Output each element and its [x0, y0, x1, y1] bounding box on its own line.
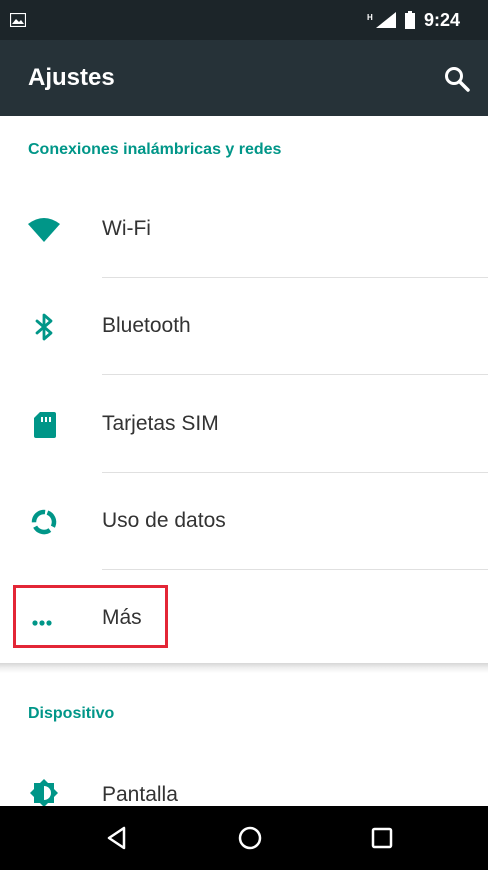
section-header-device: Dispositivo: [28, 705, 115, 722]
settings-item-sim[interactable]: Tarjetas SIM: [0, 376, 488, 473]
status-time: 9:24: [424, 10, 461, 30]
brightness-icon: [30, 779, 58, 806]
wifi-icon: [28, 218, 60, 242]
settings-item-bluetooth[interactable]: Bluetooth: [0, 278, 488, 375]
recents-icon[interactable]: [366, 822, 398, 854]
divider: [102, 374, 488, 375]
settings-item-data-usage[interactable]: Uso de datos: [0, 473, 488, 570]
app-bar: Ajustes: [0, 40, 488, 116]
section-divider: [0, 663, 488, 673]
data-usage-icon: [31, 509, 57, 535]
settings-item-label: Wi-Fi: [102, 217, 151, 240]
home-icon[interactable]: [234, 822, 266, 854]
section-header-wireless: Conexiones inalámbricas y redes: [28, 141, 282, 158]
navigation-bar: [0, 806, 488, 870]
settings-item-wifi[interactable]: Wi-Fi: [0, 181, 488, 278]
page-title: Ajustes: [28, 64, 115, 91]
settings-item-label: Tarjetas SIM: [102, 412, 219, 435]
battery-icon: [405, 11, 415, 29]
settings-item-label: Uso de datos: [102, 509, 226, 532]
search-icon[interactable]: [444, 66, 470, 92]
settings-item-label: Bluetooth: [102, 314, 191, 337]
bluetooth-icon: [35, 313, 53, 341]
back-icon[interactable]: [102, 822, 134, 854]
settings-item-display[interactable]: Pantalla: [0, 745, 488, 806]
highlight-box: [13, 585, 168, 648]
status-bar: H 9:24: [0, 0, 488, 40]
image-notification-icon: [10, 13, 26, 27]
network-type: H: [367, 13, 373, 22]
sim-card-icon: [34, 412, 56, 438]
settings-item-label: Pantalla: [102, 783, 178, 806]
signal-icon: H: [367, 12, 396, 28]
